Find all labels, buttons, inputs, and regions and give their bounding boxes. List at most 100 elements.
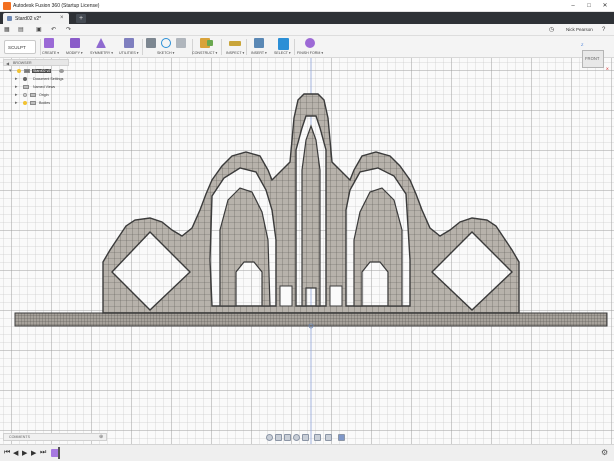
user-account-name[interactable]: Nick Pearson — [566, 27, 593, 32]
timeline-settings-gear-icon[interactable]: ⚙ — [601, 448, 608, 457]
activate-radio-icon[interactable] — [59, 69, 64, 73]
job-status-clock-icon[interactable]: ◷ — [549, 26, 554, 34]
ribbon-divider — [294, 39, 295, 55]
ribbon-symmetry-label[interactable]: SYMMETRY ▾ — [90, 51, 113, 55]
ribbon-inspect-label[interactable]: INSPECT ▾ — [226, 51, 244, 55]
workspace-label: SCULPT — [8, 45, 26, 50]
display-settings-icon[interactable] — [314, 434, 321, 441]
data-panel-grid-icon[interactable]: ▦ — [4, 26, 10, 34]
look-at-icon[interactable] — [275, 434, 282, 441]
browser-item-label: Origin — [39, 93, 49, 97]
step-back-icon[interactable]: ◀ — [13, 449, 18, 457]
select-cursor-icon[interactable] — [278, 38, 289, 50]
visibility-bulb-icon[interactable] — [23, 93, 27, 97]
symmetry-icon[interactable] — [96, 38, 106, 48]
quick-access-toolbar: ▦ ▤ ▣ ↶ ↷ ◷ Nick Pearson ? — [0, 24, 614, 36]
browser-item-label: Named Views — [33, 85, 56, 89]
sketch-curve-icon[interactable] — [161, 38, 171, 48]
maximize-button[interactable]: □ — [582, 1, 596, 11]
play-icon[interactable]: ▶ — [22, 449, 27, 457]
utilities-icon[interactable] — [124, 38, 134, 48]
right-inner-arch — [353, 187, 403, 307]
expand-arrow-icon[interactable]: ▸ — [15, 100, 18, 106]
folder-icon — [30, 93, 36, 97]
browser-root-label: Stard02 v2 — [32, 69, 52, 73]
create-form-icon[interactable] — [44, 38, 54, 48]
browser-root-item[interactable]: ▾ Stard02 v2 — [3, 67, 69, 75]
help-icon[interactable]: ? — [602, 26, 605, 34]
browser-item-document-settings[interactable]: ▸ Document Settings — [3, 75, 69, 83]
expand-arrow-icon[interactable]: ▾ — [9, 68, 12, 74]
close-tab-icon[interactable]: × — [60, 15, 64, 21]
ribbon-construct-label[interactable]: CONSTRUCT ▾ — [192, 51, 217, 55]
browser-item-named-views[interactable]: ▸ Named Views — [3, 83, 69, 91]
axis-z-label: Z — [581, 42, 584, 47]
timeline-marker-handle[interactable] — [58, 447, 60, 459]
folder-icon — [23, 85, 29, 89]
redo-icon[interactable]: ↷ — [66, 26, 71, 34]
document-tab-label: Stard02 v2* — [15, 16, 42, 22]
save-icon[interactable]: ▣ — [36, 26, 42, 34]
file-menu-icon[interactable]: ▤ — [18, 26, 24, 34]
undo-icon[interactable]: ↶ — [51, 26, 56, 34]
ribbon-create-label[interactable]: CREATE ▾ — [42, 51, 59, 55]
expand-arrow-icon[interactable]: ▸ — [15, 92, 18, 98]
timeline-bar: ⏮ ◀ ▶ ▶ ⏭ ⚙ — [0, 444, 614, 461]
ribbon-sketch-label[interactable]: SKETCH ▾ — [157, 51, 174, 55]
settings-gear-icon — [23, 77, 27, 81]
collapse-panel-icon[interactable]: ◀ — [6, 61, 9, 66]
document-tab[interactable]: Stard02 v2* × — [3, 13, 69, 24]
sketch-rectangle-icon[interactable] — [176, 38, 186, 48]
new-tab-button[interactable]: + — [76, 14, 86, 23]
grid-snaps-icon[interactable] — [325, 434, 332, 441]
viewports-icon[interactable] — [338, 434, 345, 441]
folder-icon — [30, 101, 36, 105]
comments-label: COMMENTS — [9, 435, 30, 439]
ribbon-select-label[interactable]: SELECT ▾ — [274, 51, 291, 55]
ribbon-modify-label[interactable]: MODIFY ▾ — [66, 51, 83, 55]
title-bar: Autodesk Fusion 360 (Startup License) – … — [0, 0, 614, 12]
sketch-create-icon[interactable] — [146, 38, 156, 48]
pan-hand-icon[interactable] — [284, 434, 291, 441]
add-comment-icon[interactable]: ⊕ — [99, 434, 103, 440]
inspect-measure-icon[interactable] — [229, 41, 241, 46]
close-window-button[interactable]: ✕ — [598, 1, 612, 11]
browser-item-label: Document Settings — [33, 77, 64, 81]
axis-x-label: X — [606, 66, 609, 71]
left-slot — [279, 285, 293, 307]
ribbon-utilities-label[interactable]: UTILITIES ▾ — [119, 51, 139, 55]
orbit-icon[interactable] — [266, 434, 273, 441]
minimize-button[interactable]: – — [566, 1, 580, 11]
viewport-canvas[interactable] — [0, 58, 614, 444]
viewcube-front-face[interactable]: FRONT — [582, 50, 604, 68]
visibility-bulb-icon[interactable] — [23, 101, 27, 105]
browser-item-origin[interactable]: ▸ Origin — [3, 91, 69, 99]
modify-edit-form-icon[interactable] — [70, 38, 80, 48]
fit-icon[interactable] — [302, 434, 309, 441]
step-forward-icon[interactable]: ▶ — [31, 449, 36, 457]
workspace-switcher[interactable]: SCULPT — [4, 40, 36, 54]
insert-image-icon[interactable] — [254, 38, 264, 48]
go-to-end-icon[interactable]: ⏭ — [40, 449, 46, 457]
window-title: Autodesk Fusion 360 (Startup License) — [13, 3, 100, 9]
browser-item-bodies[interactable]: ▸ Bodies — [3, 99, 69, 107]
left-inner-arch — [219, 187, 271, 307]
construct-axis-icon[interactable] — [207, 40, 213, 46]
viewcube[interactable]: Z FRONT X — [578, 42, 610, 74]
ribbon-divider — [221, 39, 222, 55]
fusion-app-icon — [3, 2, 11, 10]
browser-title: BROWSER — [13, 61, 32, 65]
expand-arrow-icon[interactable]: ▸ — [15, 84, 18, 90]
ribbon-insert-label[interactable]: INSERT ▾ — [251, 51, 267, 55]
browser-item-label: Bodies — [39, 101, 50, 105]
comments-panel[interactable]: COMMENTS ⊕ — [3, 433, 107, 441]
sculpt-model-svg[interactable] — [0, 58, 614, 444]
go-to-start-icon[interactable]: ⏮ — [4, 449, 10, 457]
visibility-bulb-icon[interactable] — [17, 69, 21, 73]
ribbon-finish-form-label[interactable]: FINISH FORM ▾ — [297, 51, 323, 55]
browser-header[interactable]: ◀ BROWSER — [3, 59, 69, 66]
finish-form-icon[interactable] — [305, 38, 315, 48]
expand-arrow-icon[interactable]: ▸ — [15, 76, 18, 82]
viewcube-face-label: FRONT — [585, 56, 600, 61]
zoom-icon[interactable] — [293, 434, 300, 441]
